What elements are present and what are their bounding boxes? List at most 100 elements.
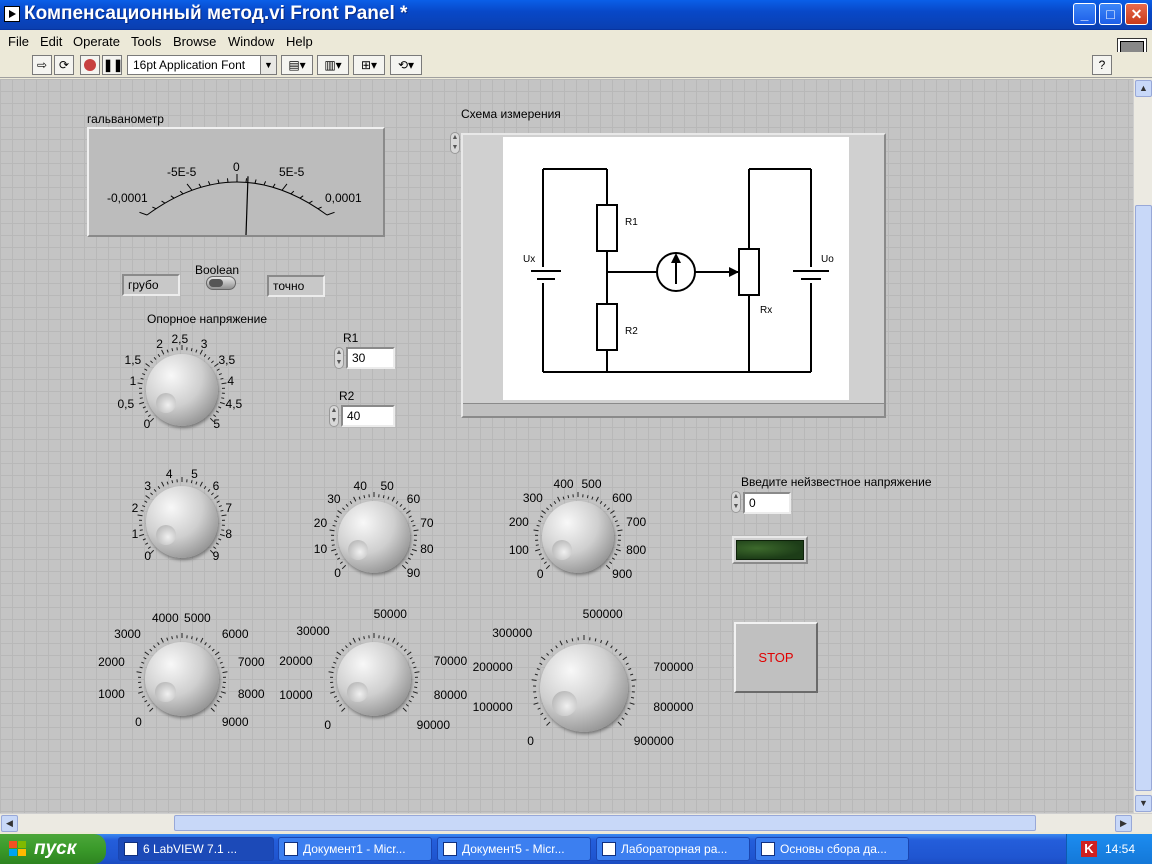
knob-tick [200, 637, 204, 643]
knob-tick [139, 401, 145, 405]
menu-operate[interactable]: Operate [73, 34, 120, 49]
knob-ten-thousands[interactable]: 0 10000 20000 30000 50000 70000 80000 90000 [273, 578, 475, 780]
knob-thousands[interactable]: 0 1000 2000 3000 4000 5000 6000 7000 8000 9000 [85, 582, 279, 776]
picture-bottom-bar [463, 403, 884, 416]
gauge-tick [217, 179, 220, 184]
menu-tools[interactable]: Tools [131, 34, 161, 49]
unknown-voltage-input[interactable]: 0 [743, 492, 791, 514]
r2-input[interactable]: 40 [341, 405, 395, 427]
knob-tick [550, 648, 554, 652]
knob-tick [392, 637, 396, 643]
knob-tick [333, 695, 337, 698]
scroll-left-arrow[interactable]: ◀ [1, 815, 18, 832]
task-labview[interactable]: 6 LabVIEW 7.1 ... [118, 837, 274, 861]
knob-tick [137, 382, 143, 385]
font-selector[interactable]: 16pt Application Font ▼ [127, 55, 277, 75]
abort-button[interactable] [80, 55, 100, 75]
knob-dial[interactable] [540, 644, 628, 732]
knob-tick [140, 509, 144, 512]
menu-edit[interactable]: Edit [40, 34, 62, 49]
coarse-fine-switch[interactable] [206, 276, 236, 290]
knob-hundred-thousands[interactable]: 0 100000 200000 300000 500000 700000 800000 900… [473, 577, 695, 799]
run-continuously-button[interactable]: ⟳ [54, 55, 74, 75]
knob-tick [387, 496, 390, 500]
vertical-scrollbar[interactable]: ▲ ▼ [1133, 79, 1152, 813]
knob-dial[interactable] [337, 642, 411, 716]
close-button[interactable]: ✕ [1125, 3, 1148, 25]
knob-pointer [155, 392, 176, 413]
knob-tick [149, 707, 154, 712]
task-document5[interactable]: Документ5 - Micr... [437, 837, 591, 861]
knob-tick [536, 668, 540, 671]
knob-tick [203, 485, 207, 490]
stop-button[interactable]: STOP [734, 622, 818, 693]
knob-tick [341, 648, 345, 652]
resize-objects-button[interactable]: ⊞▾ [353, 55, 385, 75]
knob-tick-label: 90000 [416, 717, 451, 732]
horizontal-scroll-thumb[interactable] [174, 815, 1036, 831]
menu-file[interactable]: File [8, 34, 29, 49]
reorder-button[interactable]: ⟲▾ [390, 55, 422, 75]
menu-help[interactable]: Help [286, 34, 313, 49]
knob-tick [541, 510, 546, 514]
knob-pointer [551, 691, 577, 716]
knob-tick [337, 510, 342, 514]
menu-window[interactable]: Window [228, 34, 274, 49]
knob-tick [208, 645, 211, 649]
r2-increment-decrement[interactable]: ▲ ▼ [329, 405, 339, 427]
knob-tick-label: 3 [144, 479, 152, 494]
scroll-down-arrow[interactable]: ▼ [1135, 795, 1152, 812]
knob-tick [221, 529, 225, 531]
knob-tick [138, 686, 142, 689]
maximize-button[interactable]: □ [1099, 3, 1122, 25]
status-led [732, 536, 808, 564]
r1-increment-decrement[interactable]: ▲ ▼ [334, 347, 344, 369]
knob-dial[interactable] [338, 501, 410, 573]
knob-dial[interactable] [145, 642, 219, 716]
horizontal-scrollbar[interactable]: ◀ ▶ [0, 813, 1152, 832]
knob-tick [538, 553, 542, 556]
scroll-up-arrow[interactable]: ▲ [1135, 80, 1152, 97]
knob-tick-label: 70000 [433, 653, 468, 668]
antivirus-tray-icon[interactable]: K [1081, 841, 1097, 857]
knob-tick-label: 20 [313, 515, 328, 530]
knob-units[interactable]: 01 234 567 89 [98, 438, 266, 606]
knob-tick [339, 703, 343, 707]
scheme-label: Схема измерения [461, 107, 561, 121]
r1-input[interactable]: 30 [346, 347, 395, 369]
knob-dial[interactable] [146, 486, 218, 558]
context-help-button[interactable]: ? [1092, 55, 1112, 75]
task-document1[interactable]: Документ1 - Micr... [278, 837, 432, 861]
knob-dial[interactable] [542, 501, 614, 573]
distribute-objects-button[interactable]: ▥▾ [317, 55, 349, 75]
knob-tick [538, 520, 542, 523]
knob-tick-label: 200 [508, 515, 529, 530]
knob-tick [153, 645, 156, 649]
knob-tick [414, 686, 418, 689]
scheme-ring-increment[interactable]: ▲ ▼ [450, 132, 460, 154]
unknown-voltage-increment[interactable]: ▲ ▼ [731, 491, 741, 513]
gauge-scale-zero: 0 [233, 160, 240, 174]
knob-dial[interactable] [146, 354, 218, 426]
knob-tick [145, 410, 149, 413]
menu-browse[interactable]: Browse [173, 34, 216, 49]
knob-tick [353, 496, 357, 502]
window-title: Компенсационный метод.vi Front Panel * [24, 3, 408, 24]
align-objects-button[interactable]: ▤▾ [281, 55, 313, 75]
start-button[interactable]: пуск [0, 834, 106, 864]
knob-tick [329, 529, 335, 532]
run-button[interactable]: ⇨ [32, 55, 52, 75]
knob-tick-label: 0 [527, 733, 534, 748]
knob-tick [540, 515, 544, 518]
knob-tick [562, 496, 565, 500]
knob-tick [408, 515, 412, 518]
minimize-button[interactable]: _ [1073, 3, 1096, 25]
task-lab-work[interactable]: Лабораторная ра... [596, 837, 750, 861]
knob-tick [555, 645, 558, 649]
pause-button[interactable]: ❚❚ [102, 55, 123, 75]
gauge-label: гальванометр [87, 112, 164, 126]
knob-tick [611, 557, 615, 560]
task-data-acquisition[interactable]: Основы сбора да... [755, 837, 909, 861]
scroll-right-arrow[interactable]: ▶ [1115, 815, 1132, 832]
vertical-scroll-thumb[interactable] [1135, 205, 1152, 791]
